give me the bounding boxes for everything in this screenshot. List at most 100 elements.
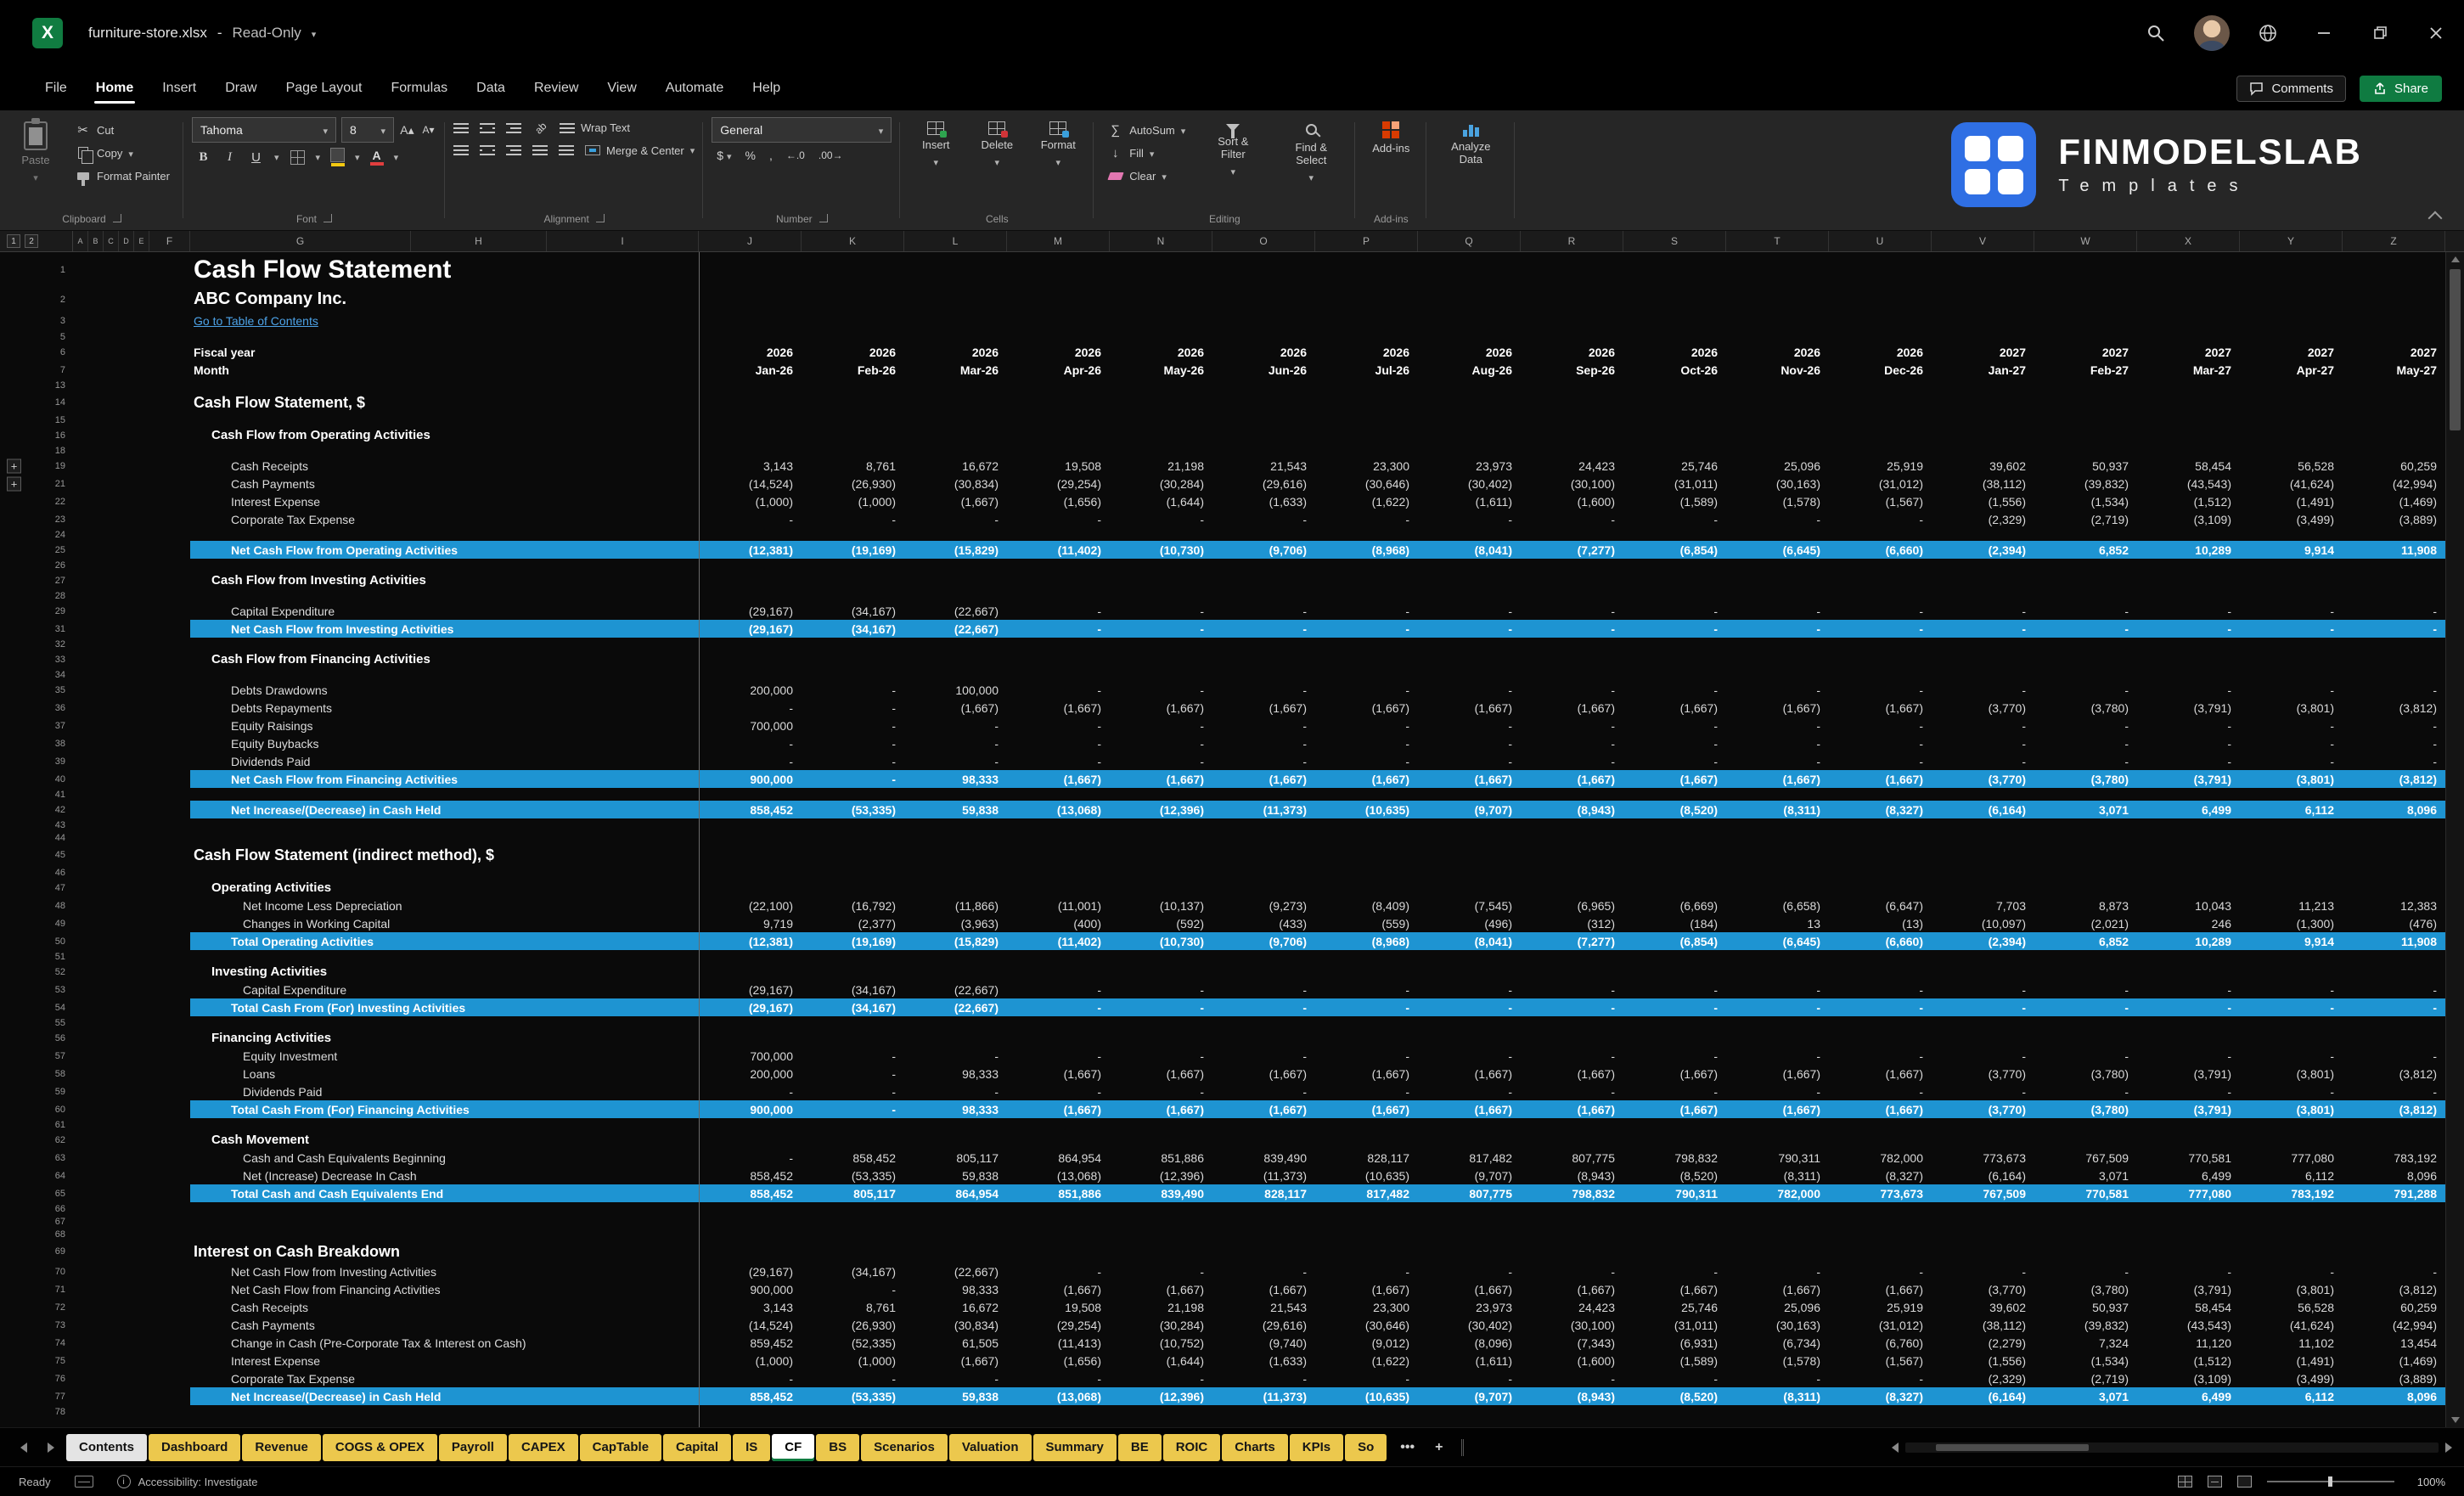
cell[interactable]: (13,068) [1007,803,1110,817]
cell[interactable]: - [802,1372,904,1386]
cell[interactable]: - [2034,622,2137,636]
cell[interactable]: (1,667) [1623,1283,1726,1296]
cell[interactable]: (6,669) [1623,899,1726,913]
cell[interactable]: (22,667) [904,983,1007,997]
cell[interactable]: 200,000 [699,1067,802,1081]
cell[interactable]: - [1726,719,1829,733]
cell[interactable]: 900,000 [699,1103,802,1116]
cell[interactable]: (42,994) [2343,477,2445,491]
row-number-67[interactable]: 67 [34,1215,73,1228]
row-number-78[interactable]: 78 [34,1405,73,1418]
cell[interactable]: 6,852 [2034,543,2137,557]
cell[interactable]: - [2034,605,2137,618]
cell[interactable]: - [1110,1372,1212,1386]
cell[interactable]: 6,112 [2240,803,2343,817]
cell[interactable]: Mar-26 [904,363,1007,377]
cell[interactable]: 900,000 [699,773,802,786]
cell[interactable]: (30,402) [1418,1319,1521,1332]
cell[interactable]: - [1829,683,1932,697]
row-number-38[interactable]: 38 [34,734,73,752]
cell[interactable]: - [1110,1001,1212,1015]
cell[interactable]: - [1418,719,1521,733]
cell[interactable]: - [2240,622,2343,636]
cell[interactable]: (3,812) [2343,1067,2445,1081]
row-number-60[interactable]: 60 [34,1100,73,1118]
column-header-Q[interactable]: Q [1418,231,1521,251]
cell[interactable]: - [2034,719,2137,733]
cell[interactable]: 817,482 [1418,1151,1521,1165]
cell[interactable]: - [1212,622,1315,636]
cell[interactable]: (1,667) [1418,701,1521,715]
cell[interactable]: - [1829,737,1932,751]
cell[interactable]: (11,001) [1007,899,1110,913]
row-number-55[interactable]: 55 [34,1016,73,1029]
cell[interactable]: (8,968) [1315,543,1418,557]
cell[interactable]: 858,452 [699,1390,802,1403]
cell[interactable]: (6,164) [1932,1390,2034,1403]
cell[interactable]: (1,667) [1418,1283,1521,1296]
cell[interactable]: 24,423 [1521,459,1623,473]
alignment-dialog-launcher[interactable] [596,214,605,222]
cell[interactable]: May-27 [2343,363,2445,377]
cell[interactable]: (3,812) [2343,773,2445,786]
wrap-text-button[interactable]: Wrap Text [560,121,630,134]
cell[interactable]: - [802,513,904,526]
menu-home[interactable]: Home [82,70,148,106]
cell[interactable]: 10,043 [2137,899,2240,913]
cell[interactable]: - [2343,605,2445,618]
cell[interactable]: 791,288 [2343,1187,2445,1201]
cell[interactable]: - [1418,605,1521,618]
tab-payroll[interactable]: Payroll [439,1434,507,1461]
cell[interactable]: - [802,1085,904,1099]
cell[interactable]: (10,635) [1315,1390,1418,1403]
cell[interactable]: (22,100) [699,899,802,913]
row-number-21[interactable]: 21 [34,475,73,492]
cell[interactable]: - [904,1085,1007,1099]
row-number-26[interactable]: 26 [34,559,73,571]
cell[interactable]: (8,943) [1521,1390,1623,1403]
row-label[interactable]: Equity Raisings [190,719,699,733]
cell[interactable]: - [1932,1049,2034,1063]
cell[interactable]: - [1315,513,1418,526]
tab-revenue[interactable]: Revenue [242,1434,321,1461]
cell[interactable]: - [2137,683,2240,697]
tab-bs[interactable]: BS [816,1434,859,1461]
cell[interactable]: - [904,737,1007,751]
cell[interactable]: 2027 [2343,346,2445,359]
delete-cells-button[interactable]: Delete [970,117,1024,173]
cell[interactable]: (12,396) [1110,803,1212,817]
cell[interactable]: - [1623,513,1726,526]
cell[interactable]: 3,071 [2034,1390,2137,1403]
cell[interactable]: Apr-27 [2240,363,2343,377]
cell[interactable]: (1,656) [1007,1354,1110,1368]
row-number-70[interactable]: 70 [34,1263,73,1280]
align-middle-icon[interactable] [480,123,495,133]
cell[interactable]: (30,163) [1726,1319,1829,1332]
row-number-45[interactable]: 45 [34,844,73,866]
cell[interactable]: 98,333 [904,773,1007,786]
cell[interactable]: - [1212,513,1315,526]
row-label[interactable]: Cash and Cash Equivalents Beginning [190,1151,699,1165]
cell[interactable]: (3,801) [2240,1283,2343,1296]
paste-button[interactable]: Paste [8,117,63,188]
cell[interactable]: (3,889) [2343,1372,2445,1386]
keyboard-icon[interactable] [75,1476,93,1488]
row-number-35[interactable]: 35 [34,681,73,699]
cell[interactable]: (7,343) [1521,1336,1623,1350]
cell[interactable]: (9,707) [1418,803,1521,817]
row-label[interactable]: Equity Investment [190,1049,699,1063]
row-number-33[interactable]: 33 [34,650,73,668]
horizontal-scroll-track[interactable] [1905,1443,2439,1453]
row-label[interactable]: Equity Buybacks [190,737,699,751]
column-header-Z[interactable]: Z [2343,231,2445,251]
cell[interactable]: (29,254) [1007,477,1110,491]
cell[interactable]: (1,667) [1623,1103,1726,1116]
cell[interactable]: 3,071 [2034,1169,2137,1183]
cell[interactable]: - [802,1049,904,1063]
cell[interactable]: (53,335) [802,1390,904,1403]
orientation-icon[interactable]: ab [529,116,552,139]
cell[interactable]: (312) [1521,917,1623,931]
menu-automate[interactable]: Automate [651,70,738,106]
cell[interactable]: - [1007,513,1110,526]
menu-view[interactable]: View [593,70,650,106]
